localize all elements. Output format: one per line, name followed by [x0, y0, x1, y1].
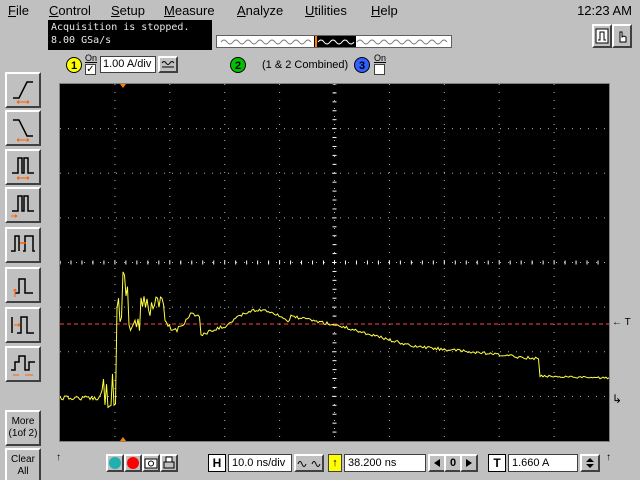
timebase-spinner[interactable] — [294, 454, 324, 472]
channel-1-on-label: On — [85, 53, 98, 63]
menu-measure-mnemonic: M — [164, 3, 175, 18]
printer-icon — [163, 456, 175, 469]
trigger-pattern-button[interactable] — [5, 187, 41, 223]
trigger-level-spinner[interactable] — [580, 454, 600, 472]
acquisition-status: Acquisition is stopped. 8.00 GSa/s — [48, 20, 212, 50]
timebase-wave-icon — [297, 461, 321, 467]
trigger-state-button[interactable] — [5, 227, 41, 263]
waveform-display[interactable] — [59, 83, 610, 442]
print-button[interactable] — [160, 454, 178, 472]
trigger-rising-edge-button[interactable] — [5, 72, 41, 108]
run-mode-button[interactable] — [592, 24, 612, 48]
menu-utilities-mnemonic: U — [305, 3, 315, 18]
menu-setup-mnemonic: S — [111, 3, 120, 18]
menu-help-mnemonic: H — [371, 3, 381, 18]
camera-icon — [144, 458, 158, 469]
menu-utilities[interactable]: Utilities — [305, 3, 347, 18]
scroll-left-arrow-icon[interactable]: ↑ — [56, 452, 61, 463]
channel-3-badge[interactable]: 3 — [354, 57, 370, 73]
menu-control[interactable]: Control — [49, 3, 91, 18]
trigger-delay-button[interactable] — [5, 267, 41, 303]
up-down-arrows-icon — [586, 458, 594, 468]
menu-help[interactable]: Help — [371, 3, 398, 18]
single-button[interactable] — [142, 454, 160, 472]
rising-edge-icon — [13, 81, 33, 104]
menu-file-label: ile — [15, 3, 29, 18]
menu-utilities-label: tilities — [314, 3, 347, 18]
menu-help-label: elp — [380, 3, 398, 18]
trigger-sidebar: More (1of 2) Clear All — [0, 20, 46, 480]
menu-setup-label: etup — [119, 3, 145, 18]
menu-bar: File Control Setup Measure Analyze Utili… — [0, 0, 640, 20]
tv-pulse-icon — [11, 355, 35, 376]
trigger-level-marker-label: T — [624, 317, 631, 328]
channel-2-badge[interactable]: 2 — [230, 57, 246, 73]
triangle-left-icon — [434, 459, 440, 467]
stop-button[interactable] — [124, 454, 142, 472]
channel-1-badge[interactable]: 1 — [66, 57, 82, 73]
channel-1-scale-spinner[interactable] — [158, 56, 178, 73]
overview-viewport[interactable] — [314, 36, 356, 47]
bottom-toolbar: ↑ H 10.0 ns/div ↑ 38.200 ns 0 T 1.660 A … — [0, 448, 640, 480]
timebase-scale-field[interactable]: 10.0 ns/div — [228, 454, 292, 472]
run-button[interactable] — [106, 454, 124, 472]
scroll-right-arrow-icon[interactable]: ↑ — [606, 452, 611, 463]
channel-3-on-checkbox[interactable] — [374, 64, 385, 75]
menu-control-label: ontrol — [58, 3, 91, 18]
run-circle-icon — [109, 457, 121, 469]
channel-1-ground-marker[interactable]: ↳ — [612, 392, 622, 406]
more-label: More — [11, 416, 35, 427]
horizontal-label: H — [208, 454, 226, 472]
delay-marker-icon: ↑ — [328, 454, 342, 472]
waveform-overview-bar[interactable] — [216, 35, 452, 48]
more-triggers-button[interactable]: More (1of 2) — [5, 410, 41, 446]
menu-measure-label: easure — [174, 3, 215, 18]
channel-1-on-checkbox[interactable]: ✓ — [85, 64, 96, 75]
menu-analyze-label: nalyze — [245, 3, 284, 18]
menu-measure[interactable]: Measure — [164, 3, 215, 18]
channel-3-on-label: On — [374, 53, 387, 63]
stop-circle-icon — [127, 457, 139, 469]
menu-file-mnemonic: F — [8, 3, 16, 18]
triangle-right-icon — [466, 459, 472, 467]
overview-viewport-wave-icon — [315, 36, 355, 47]
menu-analyze-mnemonic: A — [237, 3, 246, 18]
trigger-level-field[interactable]: 1.660 A — [508, 454, 578, 472]
channel-bar: 1 On ✓ 1.00 A/div 2 (1 & 2 Combined) 3 O… — [48, 52, 638, 78]
hand-pointer-icon — [619, 31, 627, 43]
trigger-tv-button[interactable] — [5, 346, 41, 382]
cursor-mode-button[interactable] — [612, 24, 632, 48]
falling-edge-icon — [13, 119, 33, 142]
timeout-pulse-icon — [11, 316, 34, 334]
trigger-position-marker-top — [120, 84, 126, 88]
more-page-label: (1of 2) — [8, 428, 38, 439]
spinner-wave-icon — [161, 61, 175, 68]
status-line-1: Acquisition is stopped. — [51, 22, 190, 33]
trigger-falling-edge-button[interactable] — [5, 110, 41, 146]
pattern-pulse-icon — [11, 195, 34, 218]
trigger-timeout-button[interactable] — [5, 307, 41, 343]
pulse-mode-icon — [595, 28, 609, 44]
delay-pulse-icon — [13, 278, 33, 297]
glitch-pulse-icon — [12, 157, 34, 180]
trigger-position-marker-bottom — [120, 437, 126, 441]
state-pulse-icon — [11, 235, 35, 252]
delay-right-button[interactable] — [460, 454, 478, 472]
channel-2-label: (1 & 2 Combined) — [262, 59, 349, 71]
timebase-delay-field[interactable]: 38.200 ns — [344, 454, 426, 472]
menu-analyze[interactable]: Analyze — [237, 3, 283, 18]
trigger-glitch-button[interactable] — [5, 149, 41, 185]
channel-1-scale-field[interactable]: 1.00 A/div — [100, 56, 156, 73]
menu-control-mnemonic: C — [49, 3, 59, 18]
clock: 12:23 AM — [577, 3, 632, 18]
graticule — [60, 84, 609, 441]
menu-setup[interactable]: Setup — [111, 3, 145, 18]
status-line-2: 8.00 GSa/s — [51, 35, 112, 46]
trigger-label: T — [488, 454, 506, 472]
trigger-level-marker[interactable]: ← T — [612, 317, 631, 328]
menu-file[interactable]: File — [8, 3, 29, 18]
waveform-canvas — [60, 84, 609, 441]
